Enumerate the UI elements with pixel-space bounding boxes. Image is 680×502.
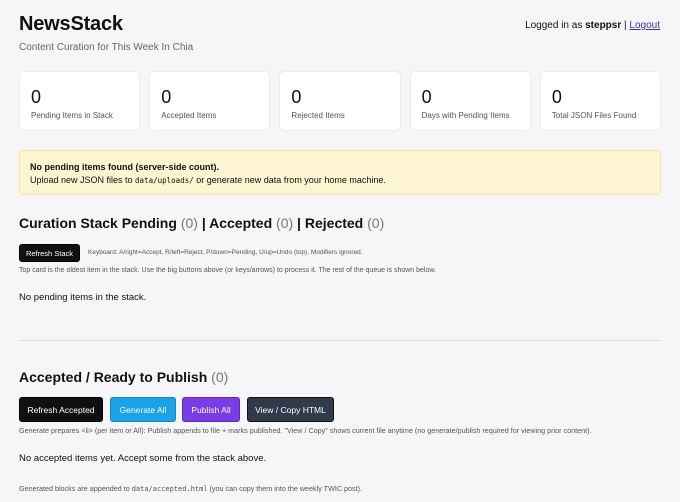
stat-card-json-files: 0 Total JSON Files Found xyxy=(539,71,662,131)
title-rejected: Rejected xyxy=(304,215,364,231)
title-pending: Curation Stack Pending xyxy=(19,215,177,231)
refresh-accepted-button[interactable]: Refresh Accepted xyxy=(19,397,103,422)
stat-label: Total JSON Files Found xyxy=(551,111,637,120)
notice-text-before: Upload new JSON files to xyxy=(30,175,136,185)
no-pending-notice: No pending items found (server-side coun… xyxy=(19,150,661,195)
notice-title: No pending items found (server-side coun… xyxy=(30,162,220,172)
app-subtitle: Content Curation for This Week In Chia xyxy=(19,42,194,53)
footer-note: Generated blocks are appended to data/ac… xyxy=(19,484,362,493)
stat-card-pending: 0 Pending Items in Stack xyxy=(19,71,141,131)
footer-before: Generated blocks are appended to xyxy=(19,484,132,493)
app-page: NewsStack Content Curation for This Week… xyxy=(0,0,680,502)
accepted-file-path: data/accepted.html xyxy=(131,485,208,493)
stat-card-rejected: 0 Rejected Items xyxy=(279,71,401,131)
title-sep: | xyxy=(293,215,305,231)
empty-stack-message: No pending items in the stack. xyxy=(19,292,147,303)
publish-all-button[interactable]: Publish All xyxy=(182,397,240,422)
notice-text-after: or generate new data from your home mach… xyxy=(193,175,386,185)
pending-count: (0) xyxy=(180,215,198,231)
title-sep: | xyxy=(197,215,210,231)
stat-value: 0 xyxy=(31,87,42,107)
stat-label: Days with Pending Items xyxy=(421,111,510,120)
accepted-count: (0) xyxy=(276,215,294,231)
accepted-title: Accepted / Ready to Publish xyxy=(19,369,208,385)
title-accepted: Accepted xyxy=(209,215,273,231)
stack-section-title: Curation Stack Pending (0) | Accepted (0… xyxy=(19,215,384,231)
stat-label: Pending Items in Stack xyxy=(31,111,113,120)
stat-label: Accepted Items xyxy=(161,111,217,120)
accepted-section-title: Accepted / Ready to Publish (0) xyxy=(19,369,228,385)
logged-in-prefix: Logged in as xyxy=(525,20,586,31)
notice-text: Upload new JSON files to data/uploads/ o… xyxy=(30,174,650,187)
stats-row: 0 Pending Items in Stack 0 Accepted Item… xyxy=(19,71,662,131)
generate-note: Generate prepares <li> (per item or All)… xyxy=(19,426,592,435)
rejected-count: (0) xyxy=(367,215,385,231)
stat-value: 0 xyxy=(421,87,432,107)
stat-label: Rejected Items xyxy=(291,111,345,120)
app-title: NewsStack xyxy=(19,13,123,35)
generate-all-button[interactable]: Generate All xyxy=(110,397,176,422)
keyboard-hint: Keyboard: A/right=Accept, R/left=Reject,… xyxy=(88,249,363,256)
uploads-path: data/uploads/ xyxy=(135,176,194,185)
footer-after: (you can copy them into the weekly TWIC … xyxy=(207,484,363,493)
stat-card-days-pending: 0 Days with Pending Items xyxy=(409,71,531,131)
logout-link[interactable]: Logout xyxy=(629,20,660,31)
stat-value: 0 xyxy=(291,87,302,107)
stat-value: 0 xyxy=(161,87,172,107)
accepted-ready-count: (0) xyxy=(211,369,229,385)
login-status: Logged in as steppsr | Logout xyxy=(525,20,660,31)
section-divider xyxy=(19,340,661,341)
refresh-stack-button[interactable]: Refresh Stack xyxy=(19,244,80,262)
empty-accepted-message: No accepted items yet. Accept some from … xyxy=(19,453,267,464)
stat-value: 0 xyxy=(551,87,562,107)
stat-card-accepted: 0 Accepted Items xyxy=(149,71,271,131)
stack-note: Top card is the oldest item in the stack… xyxy=(19,267,436,274)
username: steppsr xyxy=(585,20,622,31)
view-copy-html-button[interactable]: View / Copy HTML xyxy=(247,397,334,422)
